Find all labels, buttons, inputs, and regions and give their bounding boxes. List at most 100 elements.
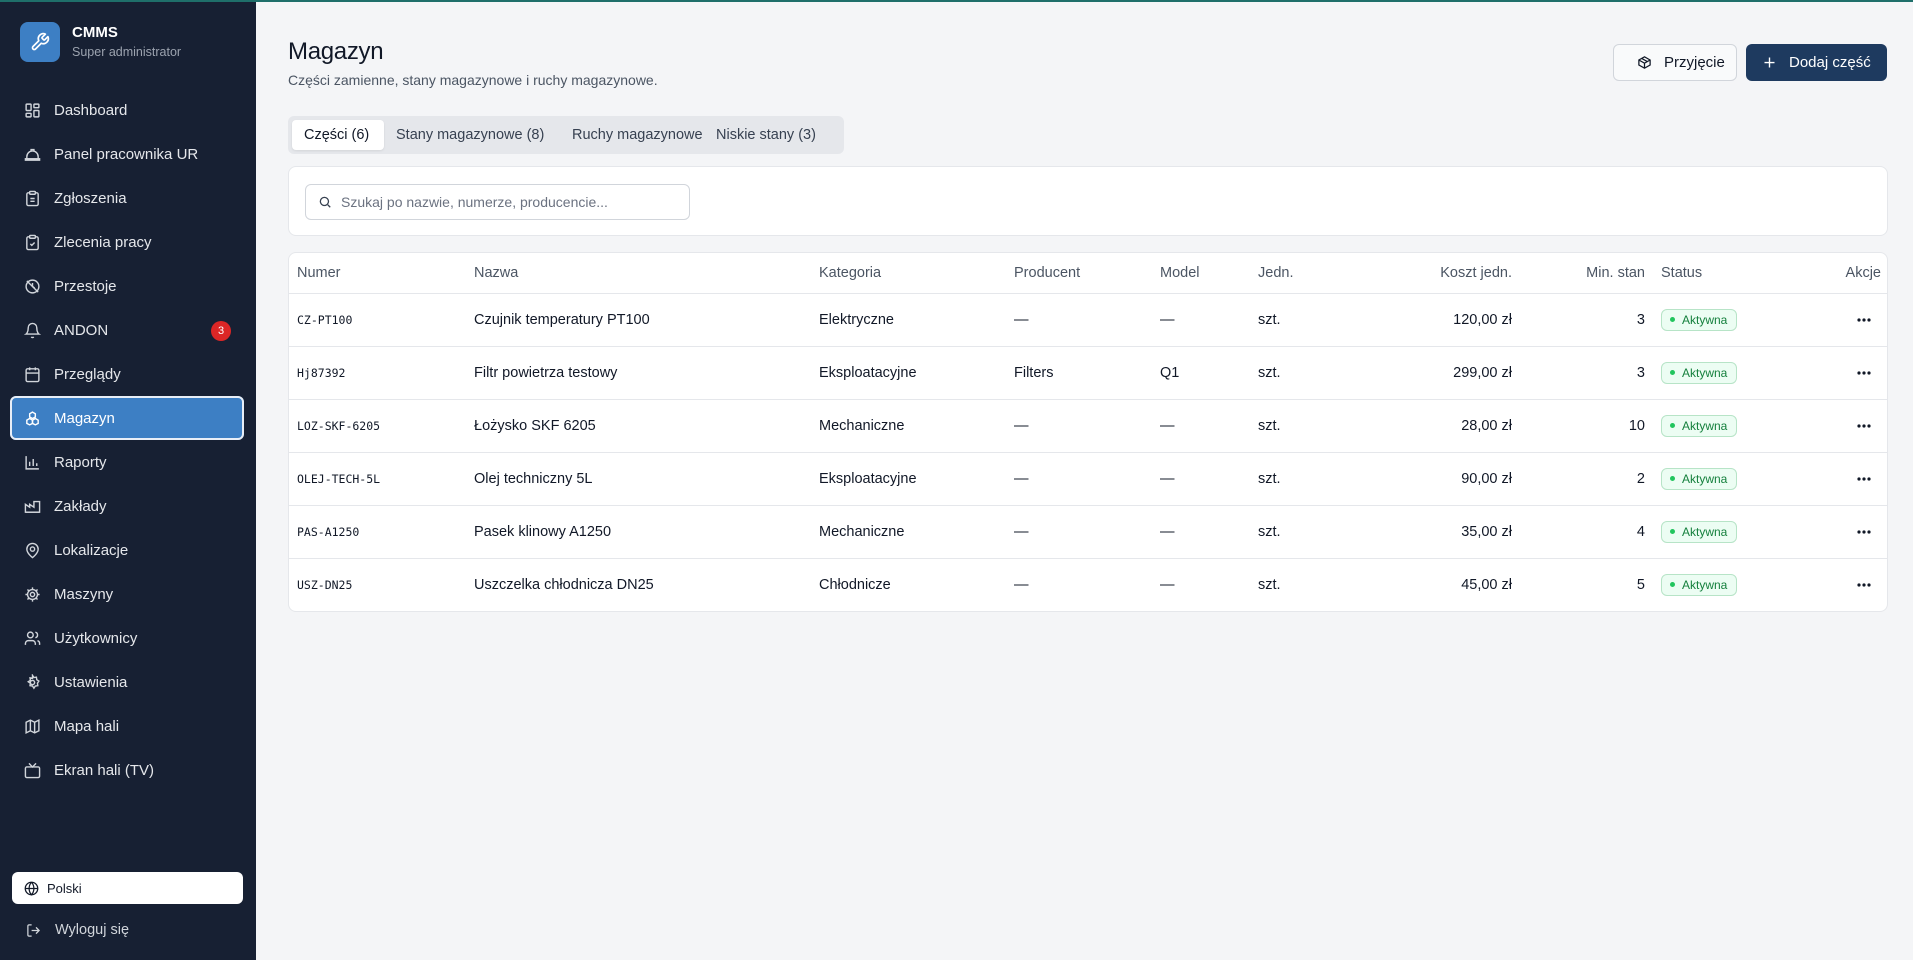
column-header-numer[interactable]: Numer <box>289 253 466 294</box>
page-title: Magazyn <box>288 38 384 65</box>
sidebar-item-dashboard[interactable]: Dashboard <box>10 88 244 132</box>
language-selector[interactable]: Polski <box>12 872 243 904</box>
cell-min-stan: 2 <box>1520 452 1653 506</box>
sidebar-item-przeglady[interactable]: Przeglądy <box>10 352 244 396</box>
sidebar-item-zgloszenia[interactable]: Zgłoszenia <box>10 176 244 220</box>
package-icon <box>1637 55 1652 70</box>
parts-table-card: Numer Nazwa Kategoria Producent Model Je… <box>288 252 1888 612</box>
table-row[interactable]: Hj87392 Filtr powietrza testowy Eksploat… <box>289 346 1887 400</box>
sidebar-item-label: ANDON <box>54 321 109 339</box>
cell-jednostka: szt. <box>1250 399 1318 453</box>
column-header-nazwa[interactable]: Nazwa <box>466 253 811 294</box>
table-row[interactable]: USZ-DN25 Uszczelka chłodnicza DN25 Chłod… <box>289 558 1887 611</box>
sidebar-item-label: Użytkownicy <box>54 629 138 647</box>
search-input[interactable] <box>341 194 671 210</box>
sidebar: CMMS Super administrator Dashboard Panel… <box>0 0 256 960</box>
column-header-kategoria[interactable]: Kategoria <box>811 253 1006 294</box>
sidebar-item-ekran-hali[interactable]: Ekran hali (TV) <box>10 748 244 792</box>
column-header-min-stan[interactable]: Min. stan <box>1520 253 1653 294</box>
bell-icon <box>23 321 41 339</box>
sidebar-item-magazyn[interactable]: Magazyn <box>10 396 244 440</box>
sidebar-item-label: Mapa hali <box>54 717 120 735</box>
column-header-jednostka[interactable]: Jedn. <box>1250 253 1318 294</box>
cell-akcje <box>1801 399 1887 453</box>
tab-niskie-stany[interactable]: Niskie stany (3) <box>706 120 840 150</box>
more-horizontal-icon <box>1857 423 1871 428</box>
top-accent-line <box>0 0 1913 2</box>
row-actions-button[interactable] <box>1809 529 1881 534</box>
cell-status: Aktywna <box>1653 293 1801 347</box>
more-horizontal-icon <box>1857 529 1871 534</box>
row-actions-button[interactable] <box>1809 370 1881 375</box>
receive-button-label: Przyjęcie <box>1664 54 1725 71</box>
add-part-button[interactable]: Dodaj część <box>1746 44 1887 81</box>
cell-producent: — <box>1006 452 1152 506</box>
status-label: Aktywna <box>1682 312 1728 327</box>
tab-czesci[interactable]: Części (6) <box>292 120 384 150</box>
cell-numer: Hj87392 <box>289 346 466 400</box>
cell-min-stan: 3 <box>1520 346 1653 400</box>
cell-nazwa: Czujnik temperatury PT100 <box>466 293 811 347</box>
cell-kategoria: Mechaniczne <box>811 399 1006 453</box>
cell-kategoria: Elektryczne <box>811 293 1006 347</box>
cell-kategoria: Mechaniczne <box>811 505 1006 559</box>
boxes-icon <box>23 409 41 427</box>
sidebar-item-ustawienia[interactable]: Ustawienia <box>10 660 244 704</box>
status-dot-icon <box>1670 317 1675 322</box>
cell-model: — <box>1152 399 1250 453</box>
cell-numer: OLEJ-TECH-5L <box>289 452 466 506</box>
row-actions-button[interactable] <box>1809 476 1881 481</box>
column-header-producent[interactable]: Producent <box>1006 253 1152 294</box>
sidebar-item-lokalizacje[interactable]: Lokalizacje <box>10 528 244 572</box>
cell-koszt: 35,00 zł <box>1318 505 1520 559</box>
cell-nazwa: Uszczelka chłodnicza DN25 <box>474 576 654 593</box>
sidebar-item-label: Ustawienia <box>54 673 128 691</box>
row-actions-button[interactable] <box>1809 423 1881 428</box>
cell-model: — <box>1160 576 1175 593</box>
tab-stany-magazynowe[interactable]: Stany magazynowe (8) <box>384 120 558 150</box>
column-header-model[interactable]: Model <box>1152 253 1250 294</box>
cell-model: Q1 <box>1152 346 1250 400</box>
sidebar-item-przestoje[interactable]: Przestoje <box>10 264 244 308</box>
status-badge: Aktywna <box>1661 520 1738 543</box>
receive-button[interactable]: Przyjęcie <box>1613 44 1737 81</box>
status-label: Aktywna <box>1682 471 1728 486</box>
tab-ruchy-magazynowe[interactable]: Ruchy magazynowe <box>560 120 706 150</box>
table-row[interactable]: LOZ-SKF-6205 Łożysko SKF 6205 Mechaniczn… <box>289 399 1887 453</box>
table-row[interactable]: OLEJ-TECH-5L Olej techniczny 5L Eksploat… <box>289 452 1887 506</box>
sidebar-item-raporty[interactable]: Raporty <box>10 440 244 484</box>
sidebar-item-uzytkownicy[interactable]: Użytkownicy <box>10 616 244 660</box>
status-label: Aktywna <box>1682 577 1728 592</box>
sidebar-item-zaklady[interactable]: Zakłady <box>10 484 244 528</box>
app-title: CMMS <box>72 24 118 41</box>
sidebar-item-zlecenia[interactable]: Zlecenia pracy <box>10 220 244 264</box>
sidebar-item-mapa-hali[interactable]: Mapa hali <box>10 704 244 748</box>
cell-numer: CZ-PT100 <box>289 293 466 347</box>
table-row[interactable]: PAS-A1250 Pasek klinowy A1250 Mechaniczn… <box>289 505 1887 559</box>
sidebar-item-andon[interactable]: ANDON 3 <box>10 308 244 352</box>
cell-koszt: 28,00 zł <box>1318 399 1520 453</box>
andon-count-badge: 3 <box>211 321 231 341</box>
cell-koszt: 90,00 zł <box>1318 452 1520 506</box>
cell-producent: Filters <box>1006 346 1152 400</box>
column-header-koszt[interactable]: Koszt jedn. <box>1318 253 1520 294</box>
table-header-row: Numer Nazwa Kategoria Producent Model Je… <box>289 253 1887 294</box>
row-actions-button[interactable] <box>1809 583 1881 587</box>
sidebar-item-maszyny[interactable]: Maszyny <box>10 572 244 616</box>
row-actions-button[interactable] <box>1809 317 1881 322</box>
status-dot-icon <box>1670 582 1675 588</box>
cell-numer: LOZ-SKF-6205 <box>289 399 466 453</box>
cell-jednostka: szt. <box>1250 452 1318 506</box>
sidebar-item-panel-pracownika[interactable]: Panel pracownika UR <box>10 132 244 176</box>
cell-status: Aktywna <box>1653 558 1801 611</box>
cell-numer: USZ-DN25 <box>297 577 353 592</box>
status-badge: Aktywna <box>1661 573 1738 596</box>
tab-label: Ruchy magazynowe <box>572 127 703 143</box>
status-dot-icon <box>1670 370 1675 375</box>
logout-button[interactable]: Wyloguj się <box>26 918 129 942</box>
column-header-status[interactable]: Status <box>1653 253 1801 294</box>
table-row[interactable]: CZ-PT100 Czujnik temperatury PT100 Elekt… <box>289 293 1887 347</box>
globe-icon <box>24 881 39 896</box>
status-dot-icon <box>1670 423 1675 428</box>
status-label: Aktywna <box>1682 418 1728 433</box>
